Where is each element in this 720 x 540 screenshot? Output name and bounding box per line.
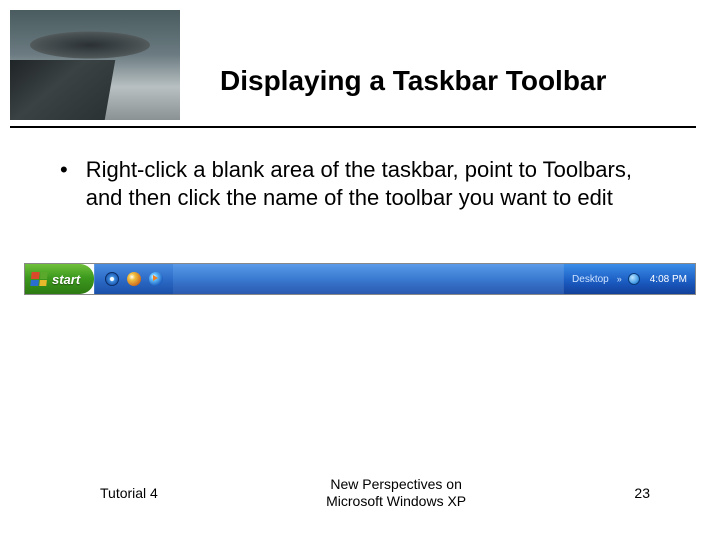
header-decorative-image: [10, 10, 180, 120]
footer-center-line2: Microsoft Windows XP: [326, 493, 466, 510]
footer-center-line1: New Perspectives on: [326, 476, 466, 493]
tray-expand-icon[interactable]: [628, 273, 640, 285]
slide-content: • Right-click a blank area of the taskba…: [0, 120, 720, 211]
ie-icon[interactable]: [105, 272, 119, 286]
start-label: start: [52, 272, 80, 287]
bullet-item: • Right-click a blank area of the taskba…: [60, 156, 670, 211]
slide-header: Displaying a Taskbar Toolbar: [0, 0, 720, 120]
slide-title: Displaying a Taskbar Toolbar: [220, 65, 606, 97]
bullet-marker: •: [60, 156, 68, 184]
title-underline: [10, 126, 696, 128]
system-tray: Desktop » 4:08 PM: [563, 264, 695, 294]
windows-taskbar: start Desktop » 4:08 PM: [24, 263, 696, 295]
show-desktop-icon[interactable]: [127, 272, 141, 286]
bullet-text: Right-click a blank area of the taskbar,…: [86, 156, 670, 211]
media-player-icon[interactable]: [149, 272, 163, 286]
start-button[interactable]: start: [25, 264, 94, 294]
windows-logo-icon: [30, 272, 47, 286]
quick-launch-bar: [94, 264, 173, 294]
chevron-icon[interactable]: »: [617, 274, 622, 284]
clock[interactable]: 4:08 PM: [650, 274, 687, 285]
desktop-toolbar-label[interactable]: Desktop: [572, 274, 609, 285]
footer-left: Tutorial 4: [100, 485, 158, 501]
slide-footer: Tutorial 4 New Perspectives on Microsoft…: [0, 476, 720, 510]
footer-center: New Perspectives on Microsoft Windows XP: [326, 476, 466, 510]
footer-page-number: 23: [634, 485, 650, 501]
taskbar-empty-area[interactable]: [173, 264, 563, 294]
